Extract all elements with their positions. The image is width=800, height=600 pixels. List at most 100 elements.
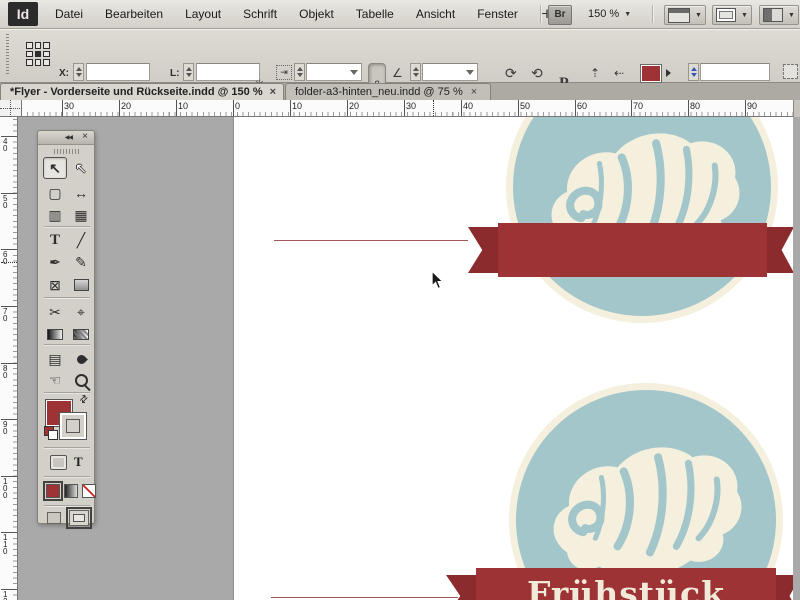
- l-length-input[interactable]: [196, 63, 260, 81]
- gap-tool[interactable]: ↔: [69, 182, 93, 204]
- page-tool[interactable]: ▢: [43, 182, 67, 204]
- zoom-tool[interactable]: [69, 369, 93, 391]
- ruler-label: 1 2 0: [3, 590, 8, 600]
- ruler-label: 4 0: [3, 137, 8, 153]
- arrange-up-icon[interactable]: ⇡: [590, 67, 600, 79]
- type-tool[interactable]: T: [43, 229, 67, 251]
- x-stepper[interactable]: [73, 63, 84, 81]
- banner-tail-right[interactable]: [776, 575, 793, 600]
- apply-color-button[interactable]: [43, 481, 63, 501]
- reference-point-proxy[interactable]: [26, 42, 50, 66]
- thin-red-line-bottom[interactable]: [271, 597, 458, 598]
- stroke-swatch[interactable]: [59, 412, 87, 440]
- menu-datei[interactable]: Datei: [44, 0, 94, 28]
- menu-tabelle[interactable]: Tabelle: [345, 0, 405, 28]
- menu-ansicht[interactable]: Ansicht: [405, 0, 466, 28]
- default-fill-stroke-icon[interactable]: [44, 426, 58, 440]
- ruler-label: 1 0 0: [3, 477, 8, 500]
- stroke-weight-combo[interactable]: [700, 63, 770, 81]
- gradient-feather-icon: [73, 328, 89, 340]
- type-icon: T: [49, 231, 60, 248]
- pen-tool[interactable]: ✒: [43, 251, 67, 273]
- close-panel-icon[interactable]: ×: [82, 131, 88, 142]
- scale-x-stepper[interactable]: [294, 63, 305, 81]
- menu-schrift[interactable]: Schrift: [232, 0, 288, 28]
- frame-tool[interactable]: ⊠: [43, 274, 67, 296]
- pencil-tool[interactable]: ✎: [69, 251, 93, 273]
- close-icon[interactable]: ×: [469, 86, 484, 98]
- x-label: X:: [59, 68, 69, 79]
- arrange-documents-button[interactable]: ▼: [759, 5, 799, 25]
- ribbon-banner-bottom[interactable]: Frühstück: [476, 568, 776, 600]
- ruler-cursor-indicator: [1, 262, 17, 263]
- gradient-tool[interactable]: [43, 323, 67, 345]
- hand-icon: ☜: [48, 371, 62, 388]
- selection-tool[interactable]: ↖: [43, 157, 67, 179]
- arrange-left-icon[interactable]: ⇠: [614, 67, 624, 79]
- chevron-down-icon: ▼: [788, 11, 795, 19]
- rotate-ccw-icon[interactable]: ⟲: [531, 66, 543, 80]
- rotate-cw-icon[interactable]: ⟳: [505, 66, 517, 80]
- pen-icon: ✒: [49, 253, 61, 270]
- format-text-button[interactable]: T: [74, 454, 83, 470]
- panel-grip-dots[interactable]: [54, 149, 80, 154]
- vertical-ruler[interactable]: 4 05 06 07 08 09 01 0 01 1 01 2 0: [0, 117, 18, 600]
- scale-x-combo[interactable]: [306, 63, 362, 81]
- note-tool[interactable]: ▤: [43, 348, 67, 370]
- direct-selection-tool[interactable]: ↖: [69, 157, 93, 179]
- menu-layout[interactable]: Layout: [174, 0, 232, 28]
- corner-options-icon[interactable]: [783, 64, 798, 79]
- hand-tool[interactable]: ☜: [43, 369, 67, 391]
- view-options-button[interactable]: ▼: [664, 5, 706, 25]
- horizontal-ruler[interactable]: 30 20 10 0 10 20 30 40 50 60 70 80 90: [22, 100, 793, 117]
- line-tool[interactable]: ╱: [69, 229, 93, 251]
- menu-bearbeiten[interactable]: Bearbeiten: [94, 0, 174, 28]
- rectangle-tool[interactable]: [69, 274, 93, 296]
- panel-grip[interactable]: [6, 34, 9, 76]
- ribbon-banner-top[interactable]: [498, 223, 767, 277]
- indesign-window: Id Datei Bearbeiten Layout Schrift Objekt Tab…: [0, 0, 800, 600]
- l-stepper[interactable]: [183, 63, 194, 81]
- rotation-stepper[interactable]: [410, 63, 421, 81]
- eyedropper-tool[interactable]: [69, 348, 93, 370]
- zoom-level-control[interactable]: 150 % ▼: [588, 0, 631, 28]
- ribbon-tail-left[interactable]: [468, 227, 499, 273]
- ruler-label: 30: [64, 101, 75, 111]
- content-placer-tool[interactable]: ▦: [69, 204, 93, 226]
- ruler-tick: [62, 100, 63, 116]
- collapse-panel-icon[interactable]: ◀◀: [65, 134, 73, 141]
- tab-flyer-document[interactable]: *Flyer - Vorderseite und Rückseite.indd …: [0, 83, 284, 100]
- document-tabbar: *Flyer - Vorderseite und Rückseite.indd …: [0, 83, 800, 100]
- thin-red-line-top[interactable]: [274, 240, 468, 241]
- scissors-tool[interactable]: ✂: [43, 301, 67, 323]
- content-placer-icon: ▦: [74, 206, 88, 223]
- normal-view-mode-button[interactable]: [47, 512, 61, 524]
- ruler-tick: [347, 100, 348, 116]
- close-icon[interactable]: ×: [268, 86, 283, 98]
- apply-none-button[interactable]: [82, 484, 96, 498]
- ruler-origin-box[interactable]: [0, 100, 22, 117]
- tab-folder-document[interactable]: folder-a3-hinten_neu.indd @ 75 % ×: [285, 83, 491, 100]
- ribbon-tail-right[interactable]: [767, 227, 793, 273]
- screen-mode-button[interactable]: ▼: [712, 5, 752, 25]
- bridge-button[interactable]: Br: [548, 5, 572, 25]
- menu-objekt[interactable]: Objekt: [288, 0, 345, 28]
- rotation-combo[interactable]: [422, 63, 478, 81]
- stroke-weight-stepper[interactable]: [688, 63, 699, 81]
- fill-flyout-icon[interactable]: [666, 69, 671, 77]
- content-collector-tool[interactable]: ▥: [43, 204, 67, 226]
- page-icon: ▢: [48, 184, 62, 201]
- preview-mode-button[interactable]: [66, 507, 92, 529]
- swap-fill-stroke-icon[interactable]: ⇄: [77, 393, 91, 407]
- free-transform-tool[interactable]: ⌖: [69, 301, 93, 323]
- gradient-feather-tool[interactable]: [69, 323, 93, 345]
- tools-panel-titlebar[interactable]: ◀◀ ×: [38, 131, 94, 145]
- document-page[interactable]: Frühstück: [233, 117, 793, 600]
- x-position-input[interactable]: [86, 63, 150, 81]
- scale-x-icon: ⇥: [276, 65, 292, 80]
- menu-fenster[interactable]: Fenster: [466, 0, 529, 28]
- format-container-button[interactable]: [50, 455, 67, 470]
- banner-title: Frühstück: [527, 574, 725, 600]
- fill-color-swatch[interactable]: [640, 64, 662, 83]
- apply-gradient-button[interactable]: [64, 484, 78, 498]
